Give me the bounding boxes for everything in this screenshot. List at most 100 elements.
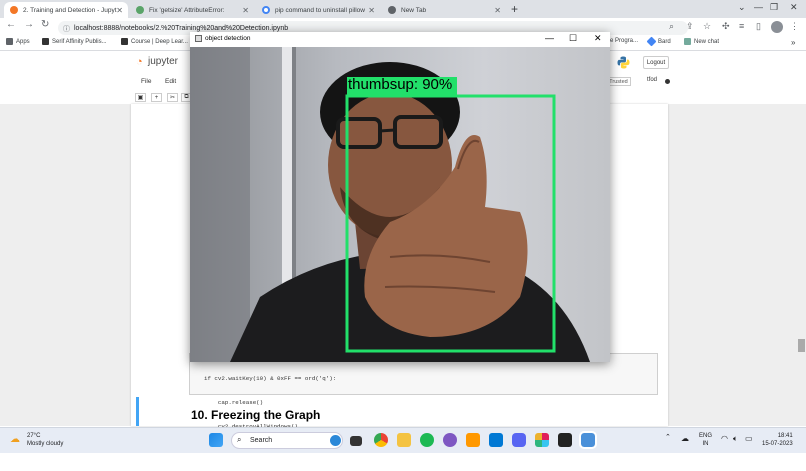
bookmark-label: New chat bbox=[694, 38, 720, 45]
bookmark-label: Serif Affinity Publis... bbox=[52, 38, 107, 45]
web-icon bbox=[136, 6, 144, 14]
extensions-icon[interactable]: ✣ bbox=[722, 21, 730, 32]
reading-list-icon[interactable]: ≡ bbox=[739, 21, 744, 31]
info-icon[interactable]: ⓘ bbox=[63, 24, 70, 34]
add-cell-icon[interactable]: + bbox=[151, 93, 162, 102]
terminal-icon[interactable] bbox=[558, 433, 572, 447]
tab-title: 2. Training and Detection - Jupyt bbox=[23, 6, 117, 14]
maximize-icon[interactable]: ☐ bbox=[569, 33, 577, 44]
minimize-icon[interactable]: — bbox=[545, 33, 554, 43]
obs-icon[interactable] bbox=[443, 433, 457, 447]
profile-avatar[interactable] bbox=[771, 21, 783, 33]
jupyter-logo[interactable]: ◔ jupyter bbox=[136, 56, 179, 68]
tray-chevron-icon[interactable]: ⌃ bbox=[665, 433, 671, 441]
wifi-icon[interactable]: ◠ bbox=[721, 434, 728, 443]
weather-icon: ☁ bbox=[10, 434, 20, 445]
minimize-icon[interactable]: — bbox=[754, 2, 763, 12]
menu-icon[interactable]: ⋮ bbox=[790, 21, 799, 32]
tab-title: Fix 'getsize' AttributeError: bbox=[149, 6, 225, 14]
clock-time: 18:41 bbox=[777, 433, 793, 439]
star-icon[interactable]: ☆ bbox=[703, 21, 711, 32]
close-icon[interactable]: ✕ bbox=[494, 6, 501, 15]
scrollbar-thumb[interactable] bbox=[798, 339, 805, 352]
bookmark-label: Course | Deep Lear... bbox=[131, 38, 188, 45]
apps-grid-icon bbox=[6, 38, 13, 45]
back-icon[interactable]: ← bbox=[6, 19, 16, 30]
bard-icon bbox=[646, 36, 657, 47]
chat-icon bbox=[684, 38, 691, 45]
file-explorer-icon[interactable] bbox=[397, 433, 411, 447]
section-heading: 10. Freezing the Graph bbox=[191, 408, 321, 422]
new-tab-icon[interactable]: + bbox=[511, 2, 518, 16]
bing-icon[interactable] bbox=[330, 435, 341, 446]
bookmark-program[interactable]: e Progra... bbox=[610, 38, 638, 44]
app-icon[interactable] bbox=[466, 433, 480, 447]
jupyter-icon: ◔ bbox=[136, 56, 143, 68]
reload-icon[interactable]: ↻ bbox=[41, 19, 49, 30]
menu-edit[interactable]: Edit bbox=[165, 78, 176, 85]
logo-text: jupyter bbox=[148, 56, 179, 67]
windows-start-icon[interactable] bbox=[209, 433, 223, 447]
close-icon[interactable]: ✕ bbox=[242, 6, 249, 15]
tab-new[interactable]: New Tab ✕ bbox=[382, 2, 506, 18]
bookmark-apps[interactable]: Apps bbox=[6, 38, 30, 45]
tab-search-icon[interactable]: ⌄ bbox=[738, 2, 746, 13]
tab-getsize[interactable]: Fix 'getsize' AttributeError: ✕ bbox=[130, 2, 254, 18]
spotify-icon[interactable] bbox=[420, 433, 434, 447]
save-icon[interactable]: ▣ bbox=[135, 93, 146, 102]
task-view-icon[interactable] bbox=[350, 436, 362, 446]
opencv-window-icon[interactable] bbox=[579, 431, 597, 449]
slack-icon[interactable] bbox=[535, 433, 549, 447]
chrome-icon bbox=[388, 6, 396, 14]
lang-code: ENG bbox=[699, 433, 713, 439]
clock-date: 15-07-2023 bbox=[762, 441, 793, 447]
cloud-sync-icon[interactable]: ☁ bbox=[681, 434, 689, 443]
menu-file[interactable]: File bbox=[141, 78, 151, 85]
battery-icon[interactable]: ▭ bbox=[745, 434, 753, 443]
volume-icon[interactable]: 🔈︎ bbox=[733, 434, 738, 444]
forward-icon[interactable]: → bbox=[24, 19, 34, 30]
logout-button[interactable]: Logout bbox=[643, 56, 669, 69]
weather-temp: 27°C bbox=[27, 433, 41, 439]
bookmark-label: Bard bbox=[658, 38, 671, 45]
kernel-name: tfod bbox=[647, 77, 658, 83]
url-text: localhost:8888/notebooks/2.%20Training%2… bbox=[74, 24, 289, 32]
tab-pip[interactable]: pip command to uninstall pillow ✕ bbox=[256, 2, 380, 18]
more-bookmarks-icon[interactable]: » bbox=[791, 38, 795, 47]
google-icon bbox=[262, 6, 270, 14]
code-line: if cv2.waitKey(10) & 0xFF == ord('q'): bbox=[204, 375, 337, 382]
webcam-image bbox=[190, 47, 610, 362]
share-icon[interactable]: ⇪ bbox=[686, 21, 694, 32]
discord-icon[interactable] bbox=[512, 433, 526, 447]
tab-title: New Tab bbox=[401, 6, 427, 14]
tab-jupyter[interactable]: 2. Training and Detection - Jupyt ✕ bbox=[4, 2, 128, 18]
close-icon[interactable]: ✕ bbox=[116, 6, 123, 15]
language-indicator[interactable]: ENG IN bbox=[699, 432, 712, 448]
python-logo-icon bbox=[617, 56, 630, 69]
region-code: IN bbox=[702, 441, 709, 447]
restore-icon[interactable]: ❐ bbox=[770, 2, 778, 13]
clock[interactable]: 18:41 15-07-2023 bbox=[762, 432, 793, 448]
bookmark-bard[interactable]: Bard bbox=[646, 36, 671, 47]
bookmark-course[interactable]: Course | Deep Lear... bbox=[121, 38, 188, 45]
jupyter-icon bbox=[10, 6, 18, 14]
search-placeholder: Search bbox=[250, 437, 273, 444]
video-frame: thumbsup: 90% bbox=[190, 47, 610, 362]
close-icon[interactable]: ✕ bbox=[368, 6, 375, 15]
cut-icon[interactable]: ✂ bbox=[167, 93, 178, 102]
taskbar-search[interactable]: Search bbox=[231, 432, 343, 449]
close-window-icon[interactable]: ✕ bbox=[790, 2, 798, 13]
bookmark-new-chat[interactable]: New chat bbox=[684, 38, 719, 45]
search-icon: ⌕ bbox=[237, 435, 242, 444]
detection-label: thumbsup: 90% bbox=[348, 76, 453, 93]
chrome-icon[interactable] bbox=[374, 433, 388, 447]
bookmark-label: Apps bbox=[16, 38, 30, 45]
weather-widget[interactable]: 27°C Mostly cloudy bbox=[27, 432, 63, 448]
search-icon[interactable]: ⌕ bbox=[669, 21, 674, 32]
bookmark-serif[interactable]: Serif Affinity Publis... bbox=[42, 38, 107, 45]
close-icon[interactable]: ✕ bbox=[594, 33, 602, 44]
serif-icon bbox=[42, 38, 49, 45]
window-title: object detection bbox=[205, 35, 251, 42]
vscode-icon[interactable] bbox=[489, 433, 503, 447]
side-panel-icon[interactable]: ▯ bbox=[756, 21, 761, 32]
